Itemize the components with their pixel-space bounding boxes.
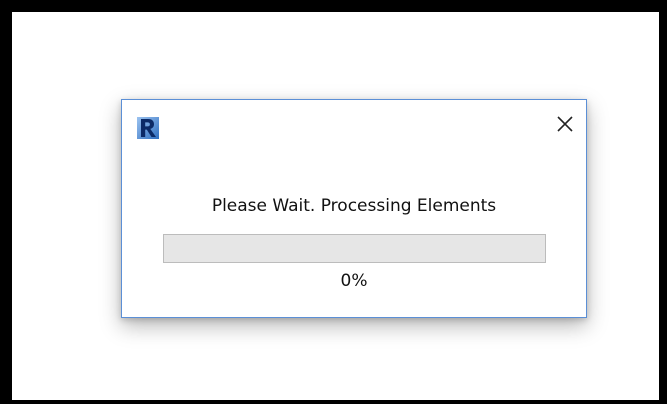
status-message: Please Wait. Processing Elements [211, 196, 497, 216]
revit-logo-icon [137, 117, 159, 139]
close-icon [556, 115, 574, 137]
progress-bar [163, 234, 546, 263]
close-button[interactable] [550, 112, 580, 140]
screen-frame: Please Wait. Processing Elements 0% [0, 0, 667, 404]
progress-percent-label: 0% [340, 271, 368, 291]
progress-dialog: Please Wait. Processing Elements 0% [121, 99, 587, 318]
